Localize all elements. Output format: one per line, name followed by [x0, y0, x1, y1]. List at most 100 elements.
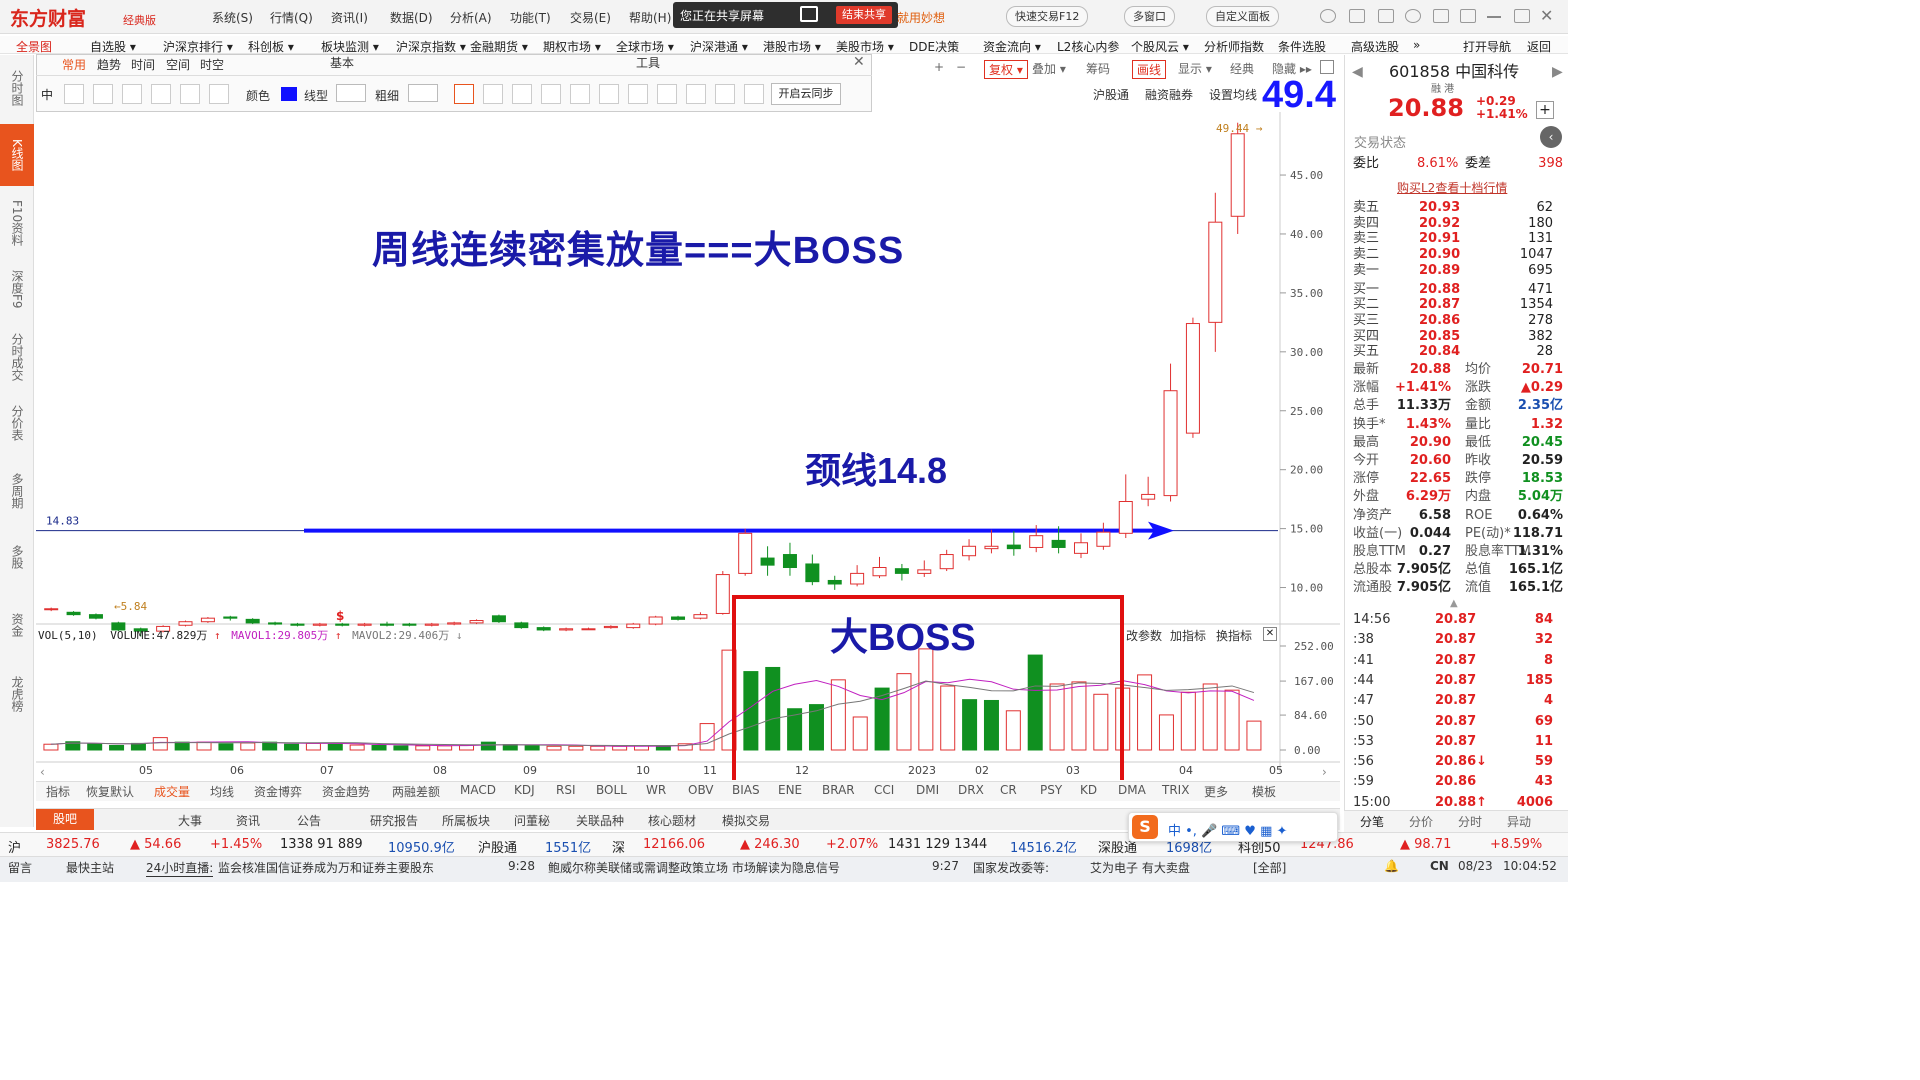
tool-tab-4[interactable]: 时空	[200, 56, 224, 73]
menu-item-3[interactable]: 数据(D)	[390, 9, 433, 26]
left-tab-8[interactable]: 资金	[0, 594, 34, 656]
sogou-ime-icon[interactable]: S	[1132, 815, 1158, 839]
menu-item-1[interactable]: 行情(Q)	[270, 9, 313, 26]
settings-icon[interactable]	[1460, 9, 1476, 23]
mail-icon[interactable]	[1349, 9, 1365, 23]
nav-item-20[interactable]: 打开导航	[1463, 38, 1511, 55]
scroll-up-icon[interactable]: ▲	[1450, 598, 1458, 609]
collapse-panel-icon[interactable]: ‹	[1540, 126, 1562, 148]
shirt-icon[interactable]	[1433, 9, 1449, 23]
indicator-24[interactable]: 更多	[1204, 783, 1228, 800]
nav-item-6[interactable]: 金融期货 ▾	[470, 38, 528, 55]
indicator-5[interactable]: 资金趋势	[322, 783, 370, 800]
indicator-0[interactable]: 指标	[46, 783, 70, 800]
next-stock-icon[interactable]: ▶	[1552, 64, 1563, 80]
nav-item-10[interactable]: 港股市场 ▾	[763, 38, 821, 55]
left-tab-7[interactable]: 多股	[0, 526, 34, 588]
server-label[interactable]: 最快主站	[66, 859, 114, 876]
news-item-2[interactable]: 鲍威尔称美联储或需调整政策立场 市场解读为隐息信号	[548, 859, 840, 876]
nav-item-17[interactable]: 条件选股	[1278, 38, 1326, 55]
eraser-icon[interactable]	[628, 84, 648, 104]
indicator-15[interactable]: BRAR	[822, 783, 855, 797]
kline-tool-2[interactable]: 复权 ▾	[984, 60, 1028, 79]
bottom-tab-2[interactable]: 资讯	[236, 812, 260, 829]
quote-tab-2[interactable]: 分时	[1458, 813, 1482, 830]
kline-sub-0[interactable]: 沪股通	[1093, 86, 1129, 103]
line-segment-icon[interactable]	[64, 84, 84, 104]
bottom-tab-5[interactable]: 所属板块	[442, 812, 490, 829]
select-pointer-icon[interactable]	[454, 84, 474, 104]
news-item-4[interactable]: 艾为电子 有大卖盘	[1090, 859, 1190, 876]
reverse-line-icon[interactable]	[151, 84, 171, 104]
refresh-icon[interactable]	[1405, 9, 1421, 23]
indicator-22[interactable]: DMA	[1118, 783, 1146, 797]
close-icon[interactable]: ✕	[1540, 6, 1553, 25]
multi-window-button[interactable]: 多窗口	[1124, 6, 1175, 27]
left-tab-5[interactable]: 分价表	[0, 392, 34, 454]
end-share-button[interactable]: 结束共享	[836, 6, 892, 24]
left-tab-3[interactable]: 深度F9	[0, 258, 34, 320]
kline-tool-6[interactable]: 显示 ▾	[1178, 60, 1212, 77]
nav-item-11[interactable]: 美股市场 ▾	[836, 38, 894, 55]
news-all-link[interactable]: [全部]	[1253, 859, 1286, 876]
indicator-16[interactable]: CCI	[874, 783, 894, 797]
nav-item-2[interactable]: 沪深京排行 ▾	[163, 38, 233, 55]
up-arrow-icon[interactable]	[483, 84, 503, 104]
tool-tab-0[interactable]: 常用	[62, 56, 86, 73]
eye-icon[interactable]	[715, 84, 735, 104]
menu-item-0[interactable]: 系统(S)	[212, 9, 253, 26]
bell-icon[interactable]: 🔔	[1384, 859, 1399, 873]
left-tab-4[interactable]: 分时成交	[0, 326, 34, 388]
trash-icon[interactable]	[657, 84, 677, 104]
ray-icon[interactable]	[93, 84, 113, 104]
left-tab-0[interactable]: 分时图	[0, 57, 34, 119]
indicator-10[interactable]: BOLL	[596, 783, 627, 797]
indicator-18[interactable]: DRX	[958, 783, 984, 797]
indicator-14[interactable]: ENE	[778, 783, 802, 797]
kline-tool-0[interactable]: +	[934, 60, 944, 74]
kline-tool-5[interactable]: 画线	[1132, 60, 1167, 79]
vol-side-1[interactable]: 加指标	[1170, 627, 1206, 644]
news-item-3[interactable]: 国家发改委等:	[973, 859, 1049, 876]
nav-item-14[interactable]: L2核心内参	[1057, 38, 1119, 55]
horizontal-line-icon[interactable]	[180, 84, 200, 104]
tab-guba[interactable]: 股吧	[36, 809, 94, 830]
home-icon[interactable]	[1378, 9, 1394, 23]
prev-stock-icon[interactable]: ◀	[1352, 64, 1363, 80]
indicator-9[interactable]: RSI	[556, 783, 576, 797]
share-screen-icon[interactable]	[800, 6, 818, 22]
tool-tab-2[interactable]: 时间	[131, 56, 155, 73]
custom-panel-button[interactable]: 自定义面板	[1206, 6, 1279, 27]
bottom-tab-3[interactable]: 公告	[297, 812, 321, 829]
indicator-4[interactable]: 资金博弈	[254, 783, 302, 800]
menu-item-6[interactable]: 交易(E)	[570, 9, 611, 26]
menu-item-2[interactable]: 资讯(I)	[331, 9, 368, 26]
kline-tool-3[interactable]: 叠加 ▾	[1032, 60, 1066, 77]
ime-lang-icon[interactable]: 中 •, 🎤 ⌨ ♥ ▦ ✦	[1168, 820, 1287, 839]
add-watch-icon[interactable]: +	[1536, 101, 1554, 119]
indicator-6[interactable]: 两融差额	[392, 783, 440, 800]
lock-icon[interactable]	[744, 84, 764, 104]
bottom-tab-6[interactable]: 问董秘	[514, 812, 550, 829]
quick-trade-button[interactable]: 快速交易F12	[1006, 6, 1089, 27]
minimize-icon[interactable]	[1487, 16, 1501, 18]
bottom-tab-1[interactable]: 大事	[178, 812, 202, 829]
nav-item-3[interactable]: 科创板 ▾	[248, 38, 294, 55]
indicator-2[interactable]: 成交量	[154, 783, 190, 800]
tag-icon[interactable]	[599, 84, 619, 104]
tool-tab-3[interactable]: 空间	[166, 56, 190, 73]
left-tab-2[interactable]: F10资料	[0, 192, 34, 254]
add-tool-icon[interactable]	[209, 84, 229, 104]
bottom-tab-4[interactable]: 研究报告	[370, 812, 418, 829]
vol-side-0[interactable]: 改参数	[1126, 627, 1162, 644]
nav-item-7[interactable]: 期权市场 ▾	[543, 38, 601, 55]
menu-item-7[interactable]: 帮助(H)	[629, 9, 671, 26]
kline-tool-4[interactable]: 筹码	[1086, 60, 1110, 77]
indicator-12[interactable]: OBV	[688, 783, 714, 797]
indicator-19[interactable]: CR	[1000, 783, 1017, 797]
indicator-11[interactable]: WR	[646, 783, 666, 797]
quote-tab-0[interactable]: 分笔	[1360, 813, 1384, 830]
slogan-link[interactable]: 就用妙想	[897, 9, 945, 26]
nav-item-13[interactable]: 资金流向 ▾	[983, 38, 1041, 55]
nav-item-18[interactable]: 高级选股	[1351, 38, 1399, 55]
